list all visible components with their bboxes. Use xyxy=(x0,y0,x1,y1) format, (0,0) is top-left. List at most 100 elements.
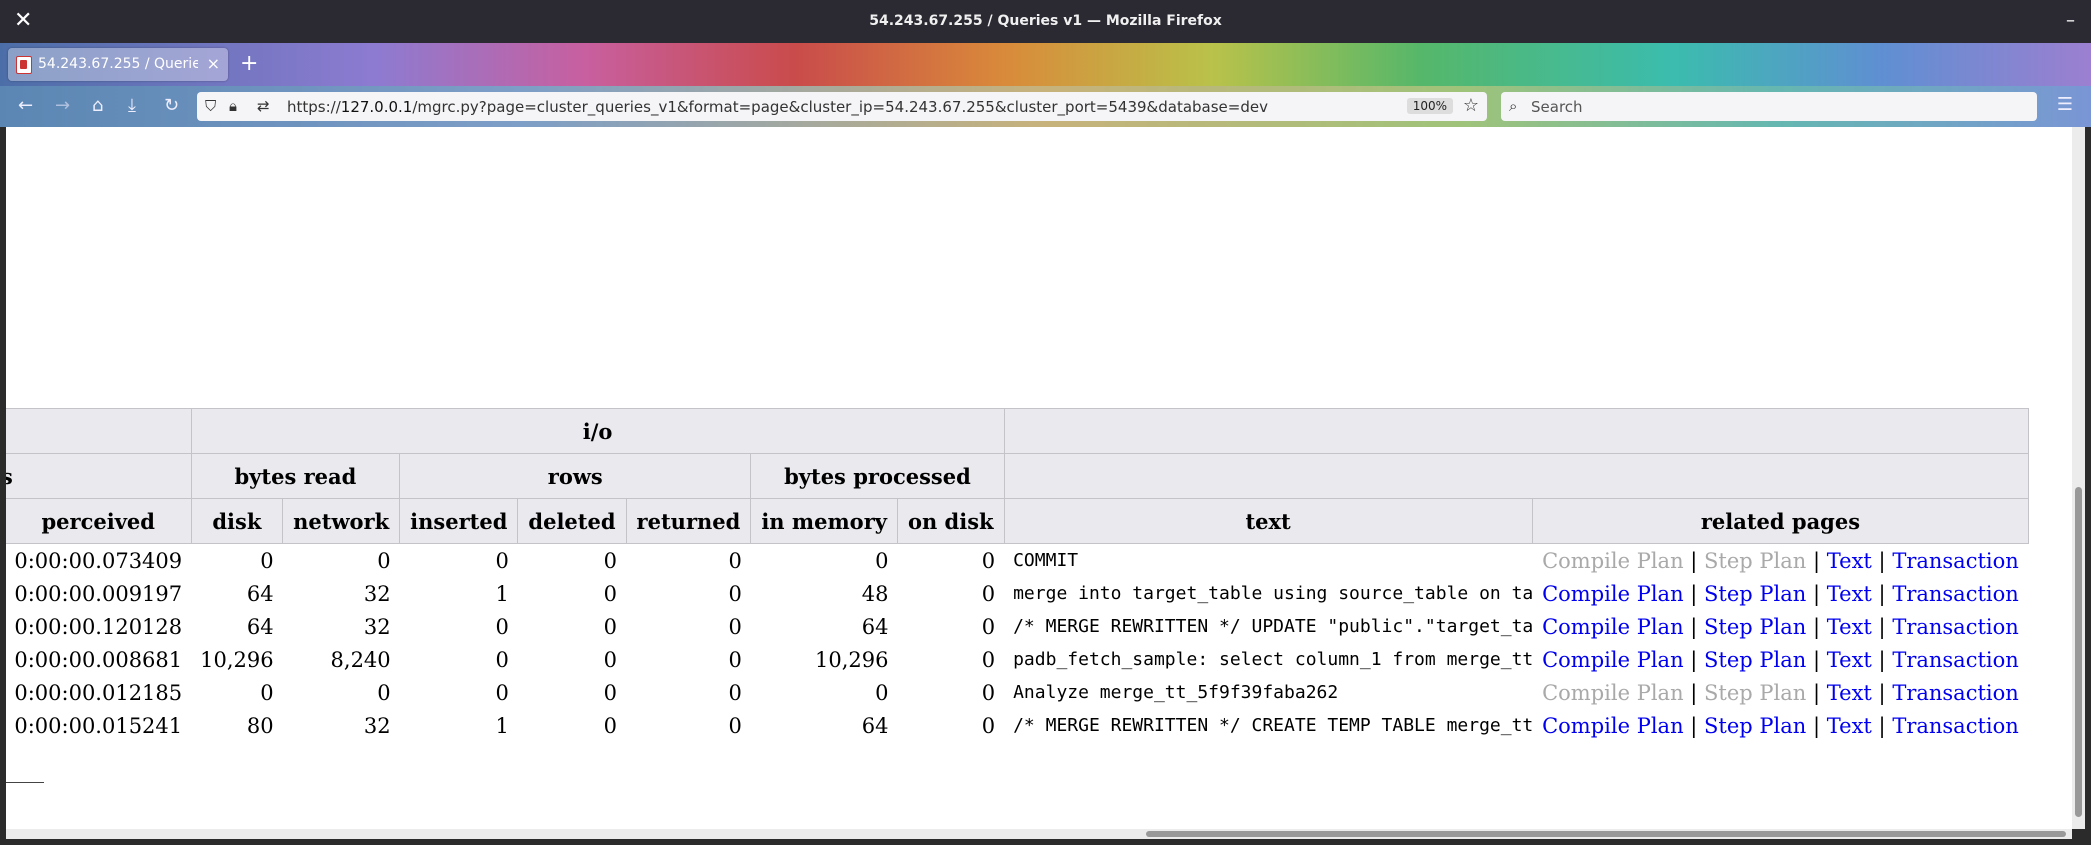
rows-header: rows xyxy=(399,453,752,499)
compile-plan-link: Compile Plan xyxy=(1542,548,1684,573)
cell-network: 32 xyxy=(363,614,391,639)
app-menu-icon[interactable]: ☰ xyxy=(2057,94,2073,115)
compile-plan-link[interactable]: Compile Plan xyxy=(1542,582,1684,606)
minimize-window-icon[interactable]: – xyxy=(2066,10,2075,31)
link-separator: | xyxy=(1813,680,1821,705)
cell-disk: 0 xyxy=(260,548,274,573)
horizontal-scrollbar[interactable] xyxy=(6,829,2072,839)
transaction-link[interactable]: Transaction xyxy=(1892,582,2018,606)
transaction-link[interactable]: Transaction xyxy=(1892,648,2018,672)
horizontal-scrollbar-thumb[interactable] xyxy=(1146,831,2066,837)
text-link[interactable]: Text xyxy=(1827,615,1872,639)
cell-perceived: 0:00:00.012185 xyxy=(14,680,183,705)
url-path: /mgrc.py?page=cluster_queries_v1&format=… xyxy=(412,98,1268,116)
blank-group-header xyxy=(6,408,192,454)
search-input[interactable]: ⌕ Search xyxy=(1501,92,2037,121)
transaction-link[interactable]: Transaction xyxy=(1892,681,2018,705)
step-plan-link[interactable]: Step Plan xyxy=(1704,714,1806,738)
page-favicon-icon xyxy=(16,56,32,74)
forward-icon[interactable]: → xyxy=(55,95,70,116)
zoom-level-badge[interactable]: 100% xyxy=(1406,98,1453,114)
tracking-shield-icon[interactable]: ⛉ xyxy=(205,97,216,115)
queries-table: i/o s bytes read rows bytes processed cu… xyxy=(6,408,2030,743)
downloads-icon[interactable]: ⤓ xyxy=(128,95,136,116)
col-network: network xyxy=(282,498,401,544)
cell-in-memory: 64 xyxy=(861,713,889,738)
cell-inserted: 0 xyxy=(495,647,509,672)
transaction-link[interactable]: Transaction xyxy=(1892,549,2018,573)
cell-on-disk: 0 xyxy=(981,680,996,705)
permissions-icon[interactable]: ⇄ xyxy=(257,97,270,115)
url-bar[interactable]: ⛉ 🔒︎ ⇄ https://127.0.0.1/mgrc.py?page=cl… xyxy=(197,92,1487,121)
text-link[interactable]: Text xyxy=(1827,549,1872,573)
link-separator: | xyxy=(1690,680,1698,705)
cell-query-text: padb_fetch_sample: select column_1 from … xyxy=(1013,649,1533,670)
cell-query-text: /* MERGE REWRITTEN */ UPDATE "public"."t… xyxy=(1013,616,1533,637)
link-separator: | xyxy=(1813,581,1821,606)
step-plan-link[interactable]: Step Plan xyxy=(1704,582,1806,606)
url-prefix: https:// xyxy=(287,98,341,116)
tab-label: 54.243.67.255 / Queries v1 xyxy=(38,56,198,72)
compile-plan-link[interactable]: Compile Plan xyxy=(1542,714,1684,738)
col-returned: returned xyxy=(625,498,752,544)
cell-related-pages: Compile Plan | Step Plan | Text | Transa… xyxy=(1532,643,2029,676)
cell-deleted: 0 xyxy=(603,680,618,705)
col-deleted: deleted xyxy=(517,498,627,544)
cell-disk: 10,296 xyxy=(200,647,274,672)
link-separator: | xyxy=(1813,548,1821,573)
transaction-link[interactable]: Transaction xyxy=(1892,615,2018,639)
vertical-scrollbar-thumb[interactable] xyxy=(2075,487,2082,817)
cell-returned: 0 xyxy=(728,680,742,705)
cell-inserted: 0 xyxy=(495,680,509,705)
queries-table-body: .0734090:00:00.0734090000000COMMITCompil… xyxy=(6,544,2029,743)
compile-plan-link[interactable]: Compile Plan xyxy=(1542,615,1684,639)
cell-disk: 64 xyxy=(246,614,274,639)
vertical-scrollbar[interactable] xyxy=(2072,127,2085,829)
window-edge xyxy=(2085,127,2091,845)
transaction-link[interactable]: Transaction xyxy=(1892,714,2018,738)
cell-perceived: 0:00:00.073409 xyxy=(14,548,183,573)
cell-in-memory: 64 xyxy=(861,614,889,639)
text-link[interactable]: Text xyxy=(1827,648,1872,672)
back-icon[interactable]: ← xyxy=(18,95,33,116)
col-disk: disk xyxy=(190,498,284,544)
cell-query-text: Analyze merge_tt_5f9f39faba262 xyxy=(1013,682,1339,703)
new-tab-button[interactable]: + xyxy=(240,51,258,76)
group-header-row-1: i/o xyxy=(6,408,2030,454)
text-link[interactable]: Text xyxy=(1827,714,1872,738)
navigation-toolbar: ← → ⌂ ⤓ ↻ ⛉ 🔒︎ ⇄ https://127.0.0.1/mgrc.… xyxy=(0,86,2091,127)
table-row: .0121850:00:00.0121850000000Analyze merg… xyxy=(6,676,2029,709)
link-separator: | xyxy=(1813,647,1821,672)
text-link[interactable]: Text xyxy=(1827,582,1872,606)
bookmark-star-icon[interactable]: ☆ xyxy=(1463,95,1479,116)
cell-related-pages: Compile Plan | Step Plan | Text | Transa… xyxy=(1532,709,2029,742)
step-plan-link[interactable]: Step Plan xyxy=(1704,615,1806,639)
table-row: .0086510:00:00.0091976432100480merge int… xyxy=(6,577,2029,610)
cell-network: 32 xyxy=(363,581,391,606)
url-text[interactable]: https://127.0.0.1/mgrc.py?page=cluster_q… xyxy=(287,98,1268,116)
col-perceived: perceived xyxy=(6,498,192,544)
link-separator: | xyxy=(1690,548,1698,573)
url-host: 127.0.0.1 xyxy=(340,98,413,116)
cell-perceived: 0:00:00.009197 xyxy=(14,581,183,606)
step-plan-link[interactable]: Step Plan xyxy=(1704,648,1806,672)
tab-close-icon[interactable]: × xyxy=(207,54,220,73)
link-separator: | xyxy=(1878,680,1886,705)
link-separator: | xyxy=(1878,647,1886,672)
lock-icon[interactable]: 🔒︎ xyxy=(229,97,237,115)
col-in-memory: in memory xyxy=(750,498,898,544)
cell-network: 8,240 xyxy=(330,647,391,672)
cell-returned: 0 xyxy=(728,614,742,639)
search-placeholder: Search xyxy=(1531,98,1583,116)
link-separator: | xyxy=(1690,614,1698,639)
compile-plan-link[interactable]: Compile Plan xyxy=(1542,648,1684,672)
tab-queries[interactable]: 54.243.67.255 / Queries v1 × xyxy=(8,48,228,81)
link-separator: | xyxy=(1878,581,1886,606)
home-icon[interactable]: ⌂ xyxy=(92,95,103,116)
cell-inserted: 1 xyxy=(495,581,509,606)
search-icon: ⌕ xyxy=(1509,97,1518,115)
tab-strip: 54.243.67.255 / Queries v1 × + xyxy=(0,43,2091,86)
reload-icon[interactable]: ↻ xyxy=(164,95,179,116)
cell-related-pages: Compile Plan | Step Plan | Text | Transa… xyxy=(1532,676,2029,709)
text-link[interactable]: Text xyxy=(1827,681,1872,705)
